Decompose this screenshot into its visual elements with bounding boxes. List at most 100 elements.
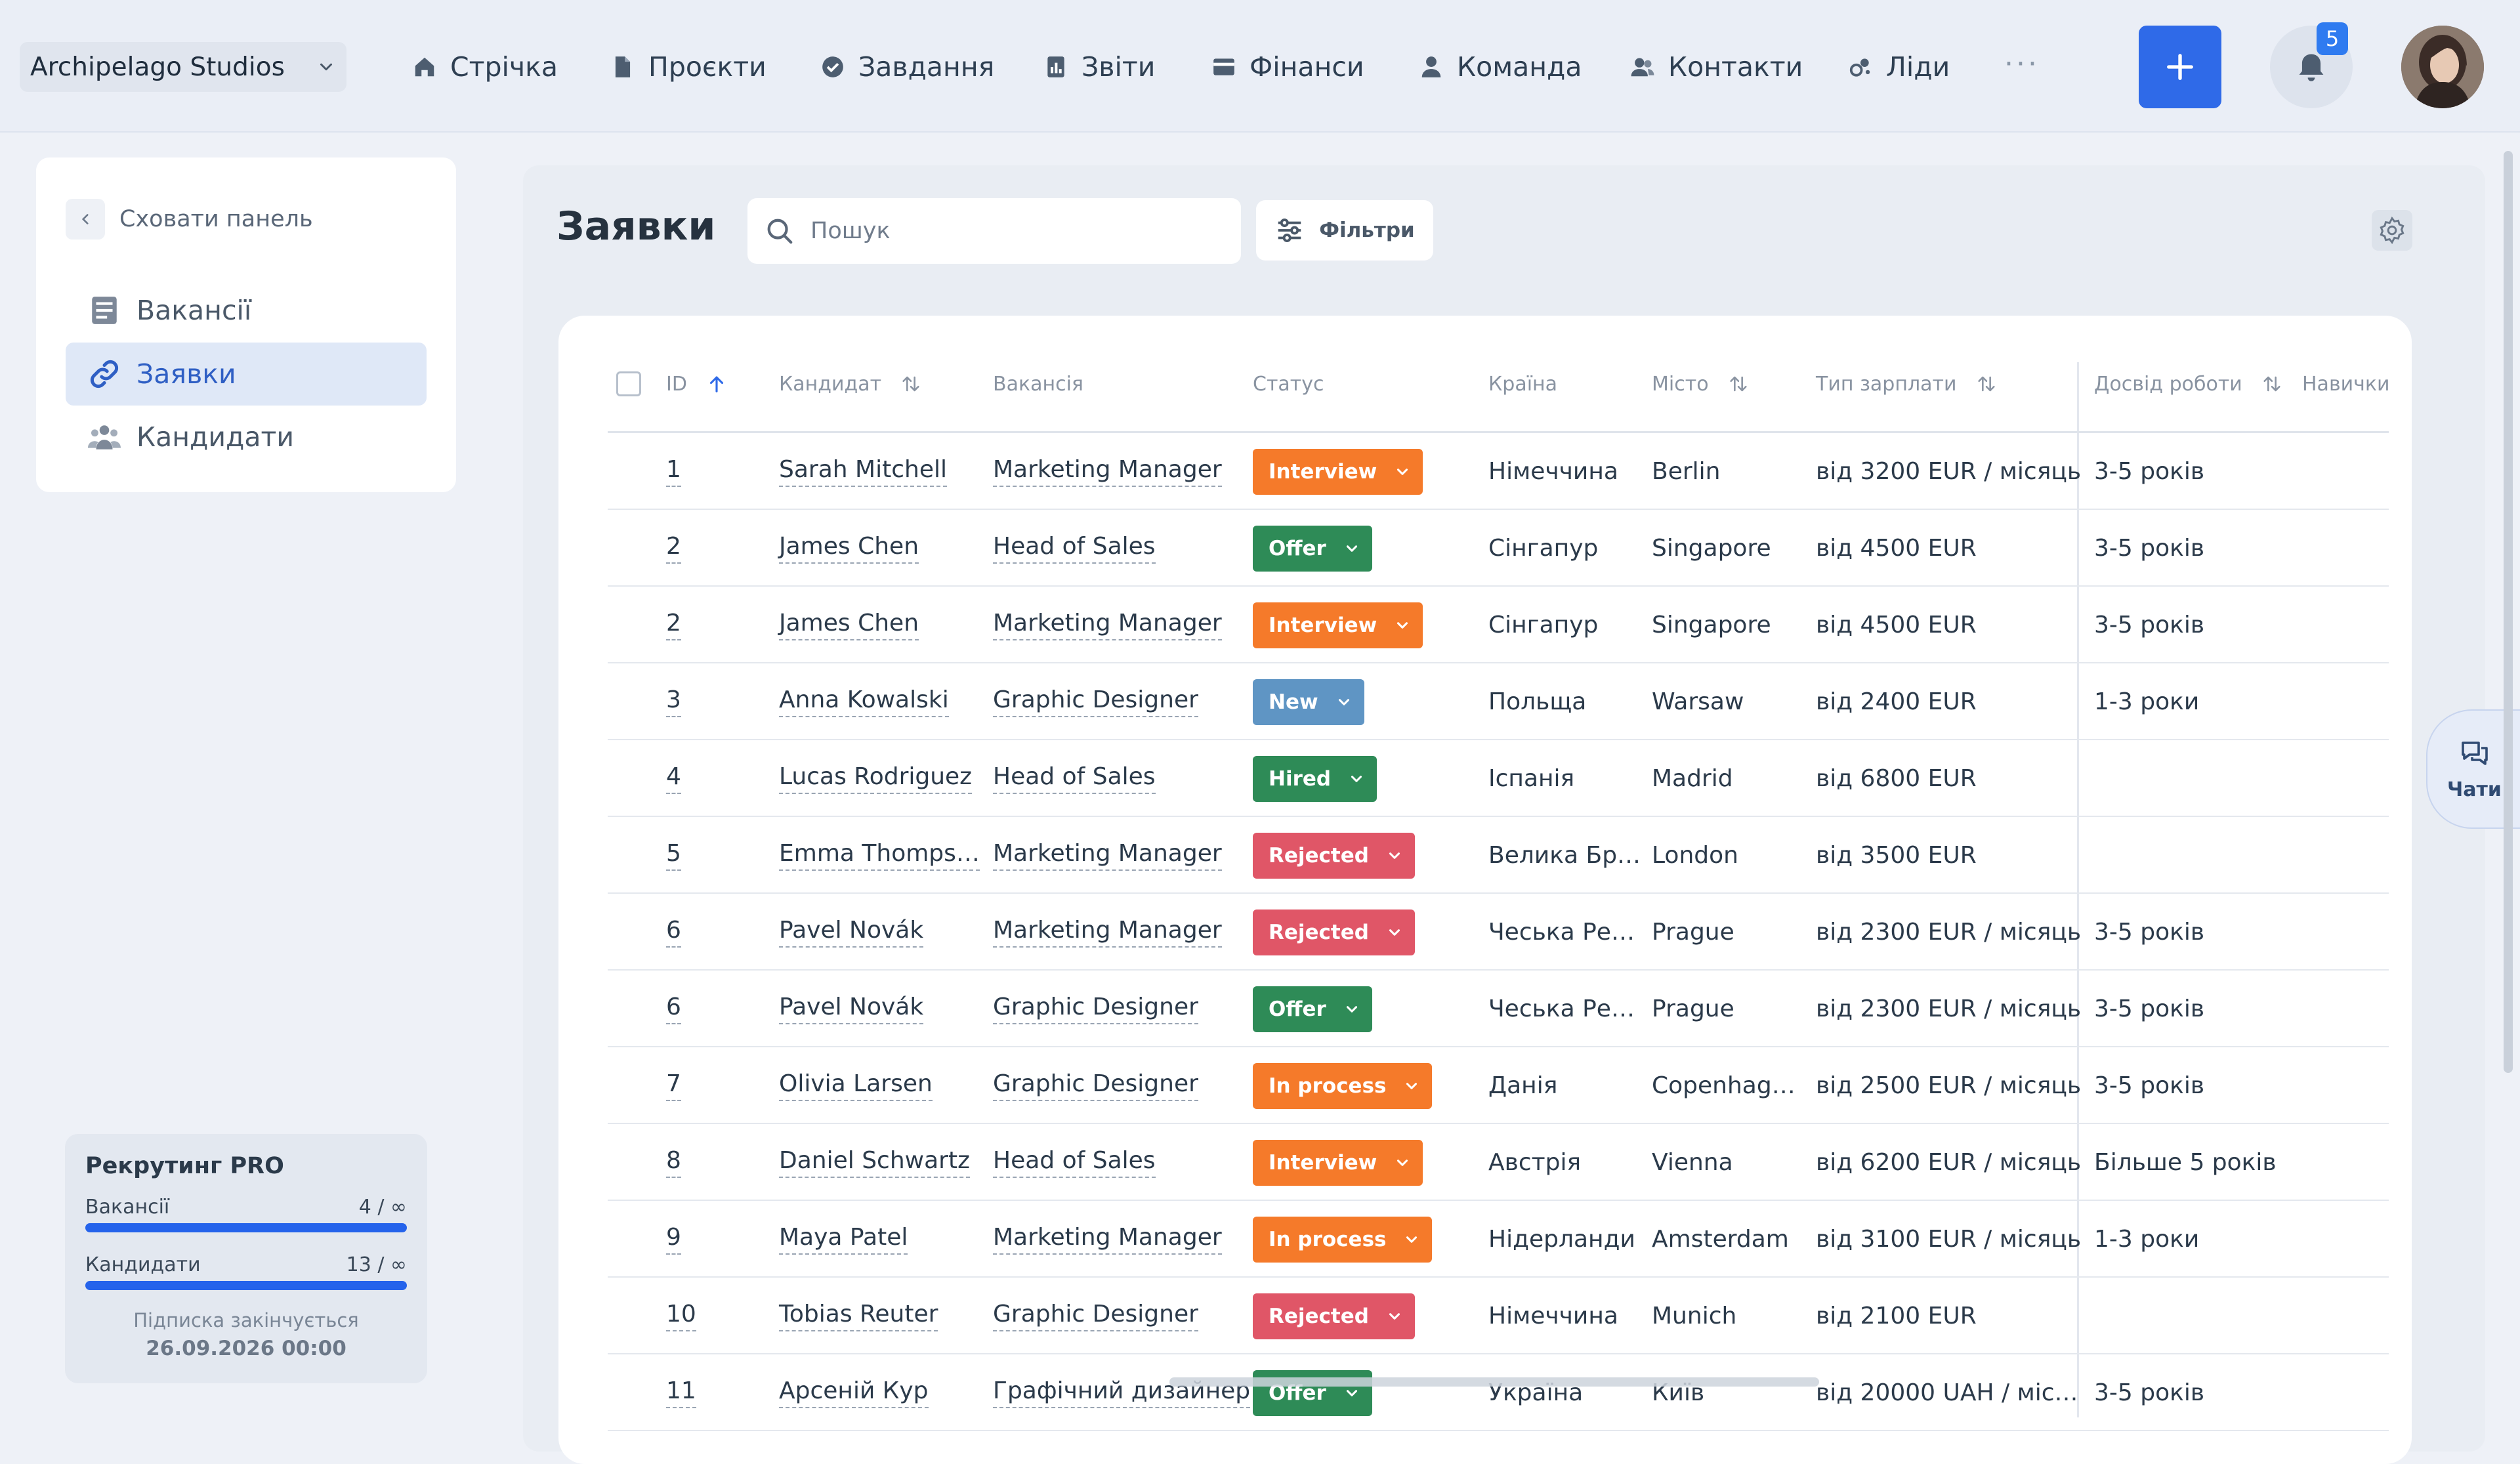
cell-candidate[interactable]: Maya Patel (779, 1201, 908, 1278)
sort-ascending-icon[interactable] (705, 373, 728, 395)
candidate-text[interactable]: Pavel Novák (779, 993, 924, 1024)
cell-status[interactable]: Offer (1253, 1354, 1372, 1431)
cell-id[interactable]: 5 (666, 817, 681, 894)
candidate-text[interactable]: Арсеній Кур (779, 1377, 929, 1408)
cell-status[interactable]: In process (1253, 1047, 1433, 1124)
table-row[interactable]: 1 Sarah Mitchell Marketing Manager Intervie… (608, 433, 2389, 510)
cell-status[interactable]: Rejected (1253, 1278, 1415, 1354)
cell-candidate[interactable]: Pavel Novák (779, 971, 924, 1047)
cell-candidate[interactable]: James Chen (779, 587, 919, 663)
status-badge[interactable]: Hired (1253, 755, 1377, 802)
cell-id[interactable]: 6 (666, 971, 681, 1047)
cell-id[interactable]: 8 (666, 1124, 681, 1201)
cell-id[interactable]: 1 (666, 433, 681, 510)
vacancy-text[interactable]: Head of Sales (993, 1147, 1156, 1178)
table-row[interactable]: 10 Tobias Reuter Graphic Designer Rejected Н… (608, 1278, 2389, 1354)
cell-candidate[interactable]: Emma Thomps… (779, 817, 980, 894)
cell-status[interactable]: Rejected (1253, 817, 1415, 894)
status-badge[interactable]: Offer (1253, 525, 1372, 572)
cell-vacancy[interactable]: Marketing Manager (993, 894, 1222, 971)
candidate-text[interactable]: Emma Thomps… (779, 840, 980, 871)
cell-id[interactable]: 4 (666, 740, 681, 817)
id-text[interactable]: 6 (666, 993, 681, 1024)
sidebar-item-candidates[interactable]: Кандидати (66, 406, 427, 469)
cell-vacancy[interactable]: Графічний дизайнер (993, 1354, 1251, 1431)
id-text[interactable]: 7 (666, 1070, 681, 1101)
cell-vacancy[interactable]: Marketing Manager (993, 1201, 1222, 1278)
candidate-text[interactable]: Sarah Mitchell (779, 456, 947, 487)
table-row[interactable]: 9 Maya Patel Marketing Manager In process Ні… (608, 1201, 2389, 1278)
horizontal-scrollbar[interactable] (1169, 1377, 1819, 1387)
nav-leads[interactable]: Ліди (1848, 43, 1950, 91)
table-row[interactable]: 4 Lucas Rodriguez Head of Sales Hired Іспані… (608, 740, 2389, 817)
sort-icon[interactable] (900, 373, 922, 395)
table-row[interactable]: 8 Daniel Schwartz Head of Sales Interview Ав… (608, 1124, 2389, 1201)
cell-status[interactable]: Offer (1253, 971, 1372, 1047)
candidate-text[interactable]: Olivia Larsen (779, 1070, 933, 1101)
cell-id[interactable]: 3 (666, 663, 681, 740)
status-badge[interactable]: Rejected (1253, 1293, 1415, 1339)
table-settings-button[interactable] (2372, 210, 2412, 251)
cell-id[interactable]: 6 (666, 894, 681, 971)
id-text[interactable]: 8 (666, 1147, 681, 1178)
column-header-id[interactable]: ID (666, 367, 728, 400)
search-input[interactable] (809, 217, 1206, 245)
table-row[interactable]: 2 James Chen Head of Sales Offer Сінгапур Sin… (608, 510, 2389, 587)
cell-status[interactable]: In process (1253, 1201, 1433, 1278)
cell-vacancy[interactable]: Graphic Designer (993, 971, 1198, 1047)
candidate-text[interactable]: Maya Patel (779, 1224, 908, 1255)
candidate-text[interactable]: Lucas Rodriguez (779, 763, 973, 794)
table-row[interactable]: 6 Pavel Novák Marketing Manager Rejected Чес… (608, 894, 2389, 971)
column-header-city[interactable]: Місто (1652, 367, 1750, 400)
cell-candidate[interactable]: Olivia Larsen (779, 1047, 933, 1124)
table-row[interactable]: 11 Арсеній Кур Графічний дизайнер Offer Укра… (608, 1354, 2389, 1431)
cell-status[interactable]: Hired (1253, 740, 1377, 817)
cell-candidate[interactable]: Lucas Rodriguez (779, 740, 973, 817)
cell-status[interactable]: Interview (1253, 433, 1423, 510)
cell-id[interactable]: 7 (666, 1047, 681, 1124)
vertical-scrollbar[interactable] (2504, 151, 2513, 1073)
cell-id[interactable]: 10 (666, 1278, 696, 1354)
id-text[interactable]: 1 (666, 456, 681, 487)
cell-vacancy[interactable]: Head of Sales (993, 740, 1156, 817)
cell-candidate[interactable]: James Chen (779, 510, 919, 587)
cell-id[interactable]: 2 (666, 587, 681, 663)
status-badge[interactable]: New (1253, 679, 1364, 725)
candidate-text[interactable]: Anna Kowalski (779, 686, 949, 717)
nav-tasks[interactable]: Завдання (820, 43, 994, 91)
cell-vacancy[interactable]: Head of Sales (993, 1124, 1156, 1201)
avatar[interactable] (2401, 26, 2484, 108)
vacancy-text[interactable]: Head of Sales (993, 533, 1156, 564)
add-button[interactable] (2139, 26, 2221, 108)
nav-feed[interactable]: Стрічка (412, 43, 558, 91)
table-row[interactable]: 7 Olivia Larsen Graphic Designer In process… (608, 1047, 2389, 1124)
table-row[interactable]: 2 James Chen Marketing Manager Interview Сін… (608, 587, 2389, 663)
table-row[interactable]: 3 Anna Kowalski Graphic Designer New Польща W… (608, 663, 2389, 740)
status-badge[interactable]: Interview (1253, 448, 1423, 495)
cell-candidate[interactable]: Tobias Reuter (779, 1278, 938, 1354)
status-badge[interactable]: Interview (1253, 602, 1423, 648)
cell-vacancy[interactable]: Marketing Manager (993, 433, 1222, 510)
sidebar-item-vacancies[interactable]: Вакансії (66, 279, 427, 342)
id-text[interactable]: 10 (666, 1301, 696, 1331)
column-header-status[interactable]: Статус (1253, 367, 1324, 400)
sort-icon[interactable] (2261, 373, 2283, 395)
filters-button[interactable]: Фільтри (1256, 200, 1433, 261)
table-row[interactable]: 6 Pavel Novák Graphic Designer Offer Чеська … (608, 971, 2389, 1047)
cell-status[interactable]: Offer (1253, 510, 1372, 587)
vacancy-text[interactable]: Marketing Manager (993, 840, 1222, 871)
id-text[interactable]: 3 (666, 686, 681, 717)
candidate-text[interactable]: Pavel Novák (779, 917, 924, 948)
id-text[interactable]: 2 (666, 533, 681, 564)
cell-candidate[interactable]: Daniel Schwartz (779, 1124, 970, 1201)
cell-vacancy[interactable]: Graphic Designer (993, 663, 1198, 740)
vacancy-text[interactable]: Marketing Manager (993, 456, 1222, 487)
nav-team[interactable]: Команда (1419, 43, 1582, 91)
cell-vacancy[interactable]: Marketing Manager (993, 817, 1222, 894)
id-text[interactable]: 6 (666, 917, 681, 948)
cell-vacancy[interactable]: Marketing Manager (993, 587, 1222, 663)
column-header-salary[interactable]: Тип зарплати (1816, 367, 1998, 400)
table-row[interactable]: 5 Emma Thomps… Marketing Manager Rejected Ве… (608, 817, 2389, 894)
status-badge[interactable]: Rejected (1253, 909, 1415, 955)
cell-status[interactable]: New (1253, 663, 1364, 740)
